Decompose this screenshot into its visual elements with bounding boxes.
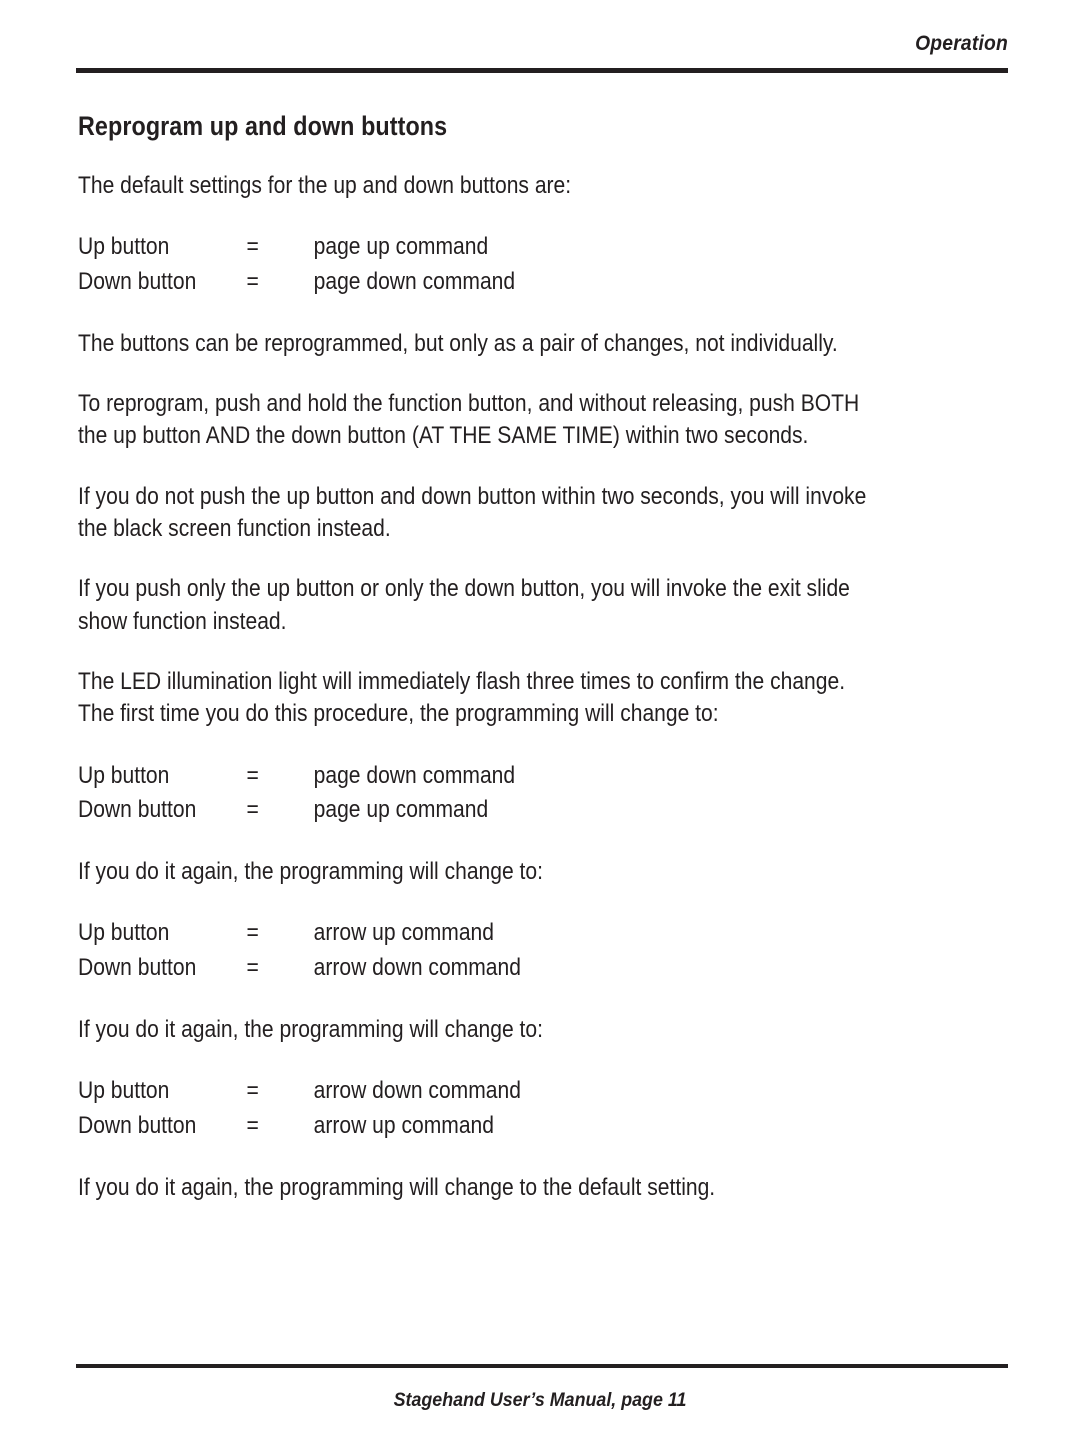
equals-sign: = <box>246 1112 259 1140</box>
paragraph-again-default: If you do it again, the programming will… <box>78 1172 997 1204</box>
settings-block-default: Up button = page up command Down button … <box>78 230 997 300</box>
equals-sign: = <box>246 267 259 295</box>
paragraph-line: The first time you do this procedure, th… <box>78 700 719 728</box>
settings-block-third-change: Up button = arrow down command Down butt… <box>78 1074 997 1144</box>
settings-value: arrow up command <box>313 919 494 947</box>
paragraph-again-2: If you do it again, the programming will… <box>78 1014 997 1046</box>
paragraph-reprogram: To reprogram, push and hold the function… <box>78 388 997 453</box>
settings-value: page down command <box>313 761 516 789</box>
settings-label: Down button <box>78 954 197 982</box>
paragraph-intro: The default settings for the up and down… <box>78 170 997 202</box>
equals-sign: = <box>246 919 259 947</box>
settings-label: Up button <box>78 233 170 260</box>
settings-label: Down button <box>78 267 197 295</box>
paragraph-again-1: If you do it again, the programming will… <box>78 856 997 888</box>
paragraph-line: show function instead. <box>78 607 287 635</box>
paragraph-line: If you do it again, the programming will… <box>78 858 543 886</box>
paragraph-line: The LED illumination light will immediat… <box>78 667 846 695</box>
paragraph-line: If you do it again, the programming will… <box>78 1173 716 1201</box>
page-footer: Stagehand User’s Manual, page 11 <box>393 1390 687 1411</box>
equals-sign: = <box>246 761 259 789</box>
paragraph-black-screen: If you do not push the up button and dow… <box>78 481 997 546</box>
paragraph-led-confirm: The LED illumination light will immediat… <box>78 666 997 731</box>
paragraph-line: To reprogram, push and hold the function… <box>78 389 860 417</box>
equals-sign: = <box>246 796 259 824</box>
settings-label: Up button <box>78 761 170 789</box>
settings-row-up: Up button = page up command <box>78 230 997 265</box>
paragraph-line: the up button AND the down button (AT TH… <box>78 422 809 450</box>
equals-sign: = <box>246 233 259 260</box>
footer-rule <box>76 1364 1008 1368</box>
paragraph-line: If you do not push the up button and dow… <box>78 482 867 510</box>
settings-row-down: Down button = page up command <box>78 793 997 828</box>
settings-value: arrow down command <box>313 954 521 982</box>
settings-value: arrow up command <box>313 1112 494 1140</box>
settings-label: Down button <box>78 1112 197 1140</box>
settings-row-up: Up button = arrow up command <box>78 916 997 951</box>
settings-row-down: Down button = page down command <box>78 265 997 300</box>
running-head: Operation <box>915 32 1008 55</box>
page-content: Reprogram up and down buttons The defaul… <box>78 111 998 1232</box>
paragraph-exit-slide: If you push only the up button or only t… <box>78 573 997 638</box>
settings-value: arrow down command <box>313 1077 521 1105</box>
manual-page: Operation Reprogram up and down buttons … <box>0 0 1080 1450</box>
settings-label: Down button <box>78 796 197 824</box>
equals-sign: = <box>246 954 259 982</box>
paragraph-line: If you do it again, the programming will… <box>78 1015 543 1043</box>
settings-value: page up command <box>313 233 489 260</box>
paragraph-line: The default settings for the up and down… <box>78 171 572 199</box>
equals-sign: = <box>246 1077 259 1105</box>
settings-block-first-change: Up button = page down command Down butto… <box>78 759 997 829</box>
page-title: Reprogram up and down buttons <box>78 111 448 141</box>
settings-row-up: Up button = arrow down command <box>78 1074 997 1109</box>
settings-block-second-change: Up button = arrow up command Down button… <box>78 916 997 986</box>
settings-row-up: Up button = page down command <box>78 759 997 794</box>
settings-value: page up command <box>313 796 489 824</box>
paragraph-line: The buttons can be reprogrammed, but onl… <box>78 329 838 357</box>
paragraph-pair-note: The buttons can be reprogrammed, but onl… <box>78 328 997 360</box>
paragraph-line: the black screen function instead. <box>78 514 391 542</box>
header-rule <box>76 68 1008 73</box>
paragraph-line: If you push only the up button or only t… <box>78 575 850 603</box>
settings-row-down: Down button = arrow up command <box>78 1109 997 1144</box>
settings-label: Up button <box>78 1077 170 1105</box>
settings-label: Up button <box>78 919 170 947</box>
settings-row-down: Down button = arrow down command <box>78 951 997 986</box>
settings-value: page down command <box>313 267 516 295</box>
